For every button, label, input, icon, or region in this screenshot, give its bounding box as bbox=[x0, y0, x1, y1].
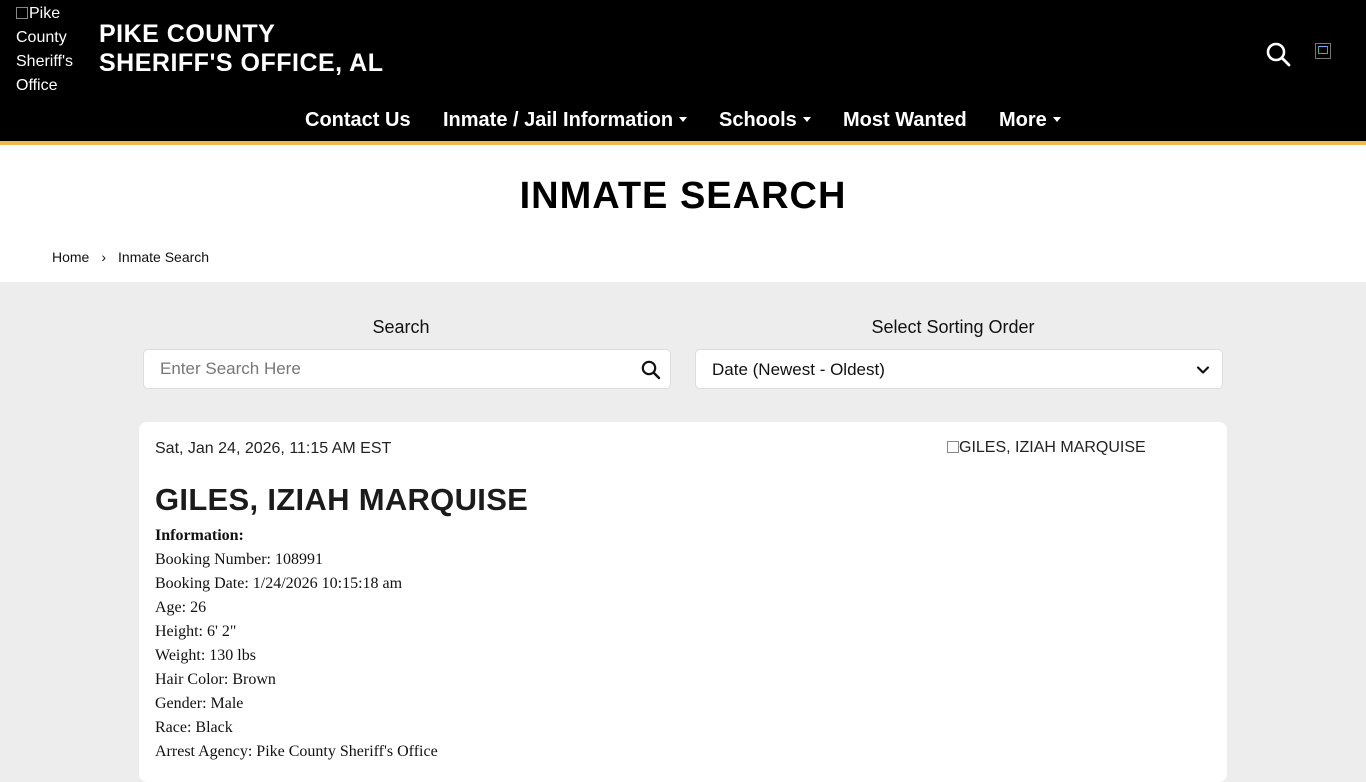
info-weight: Weight: 130 lbs bbox=[155, 647, 256, 664]
header-image[interactable] bbox=[1315, 43, 1331, 59]
inmate-name: GILES, IZIAH MARQUISE bbox=[155, 482, 529, 517]
broken-image-icon bbox=[947, 441, 959, 453]
info-age: Age: 26 bbox=[155, 599, 207, 616]
info-race: Race: Black bbox=[155, 719, 233, 736]
booking-timestamp: Sat, Jan 24, 2026, 11:15 AM EST bbox=[155, 440, 392, 457]
nav-contact-us[interactable]: Contact Us bbox=[305, 104, 411, 136]
nav-most-wanted[interactable]: Most Wanted bbox=[843, 104, 967, 136]
inmate-information: Information: Booking Number: 108991 Book… bbox=[155, 524, 438, 764]
caret-down-icon bbox=[1052, 117, 1061, 122]
header-search-button[interactable] bbox=[1264, 40, 1292, 68]
search-button[interactable] bbox=[640, 359, 662, 381]
site-logo[interactable]: Pike County Sheriff's Office bbox=[16, 2, 94, 98]
info-heading: Information: bbox=[155, 527, 244, 544]
sort-label: Select Sorting Order bbox=[871, 317, 1035, 337]
broken-image-icon bbox=[16, 7, 28, 19]
nav-more[interactable]: More bbox=[999, 104, 1061, 136]
nav-label: Schools bbox=[719, 109, 797, 131]
site-title-line1: PIKE COUNTY bbox=[99, 20, 276, 48]
search-icon bbox=[641, 360, 661, 380]
inmate-photo[interactable]: GILES, IZIAH MARQUISE bbox=[947, 439, 1146, 457]
site-title-line2: SHERIFF'S OFFICE, AL bbox=[99, 49, 384, 77]
inmate-photo-alt: GILES, IZIAH MARQUISE bbox=[959, 439, 1146, 456]
chevron-down-icon bbox=[1196, 366, 1210, 374]
nav-schools[interactable]: Schools bbox=[719, 104, 811, 136]
breadcrumb-separator: › bbox=[101, 249, 107, 265]
sort-selected-value: Date (Newest - Oldest) bbox=[712, 360, 885, 379]
info-booking-number: Booking Number: 108991 bbox=[155, 551, 323, 568]
nav-label: Inmate / Jail Information bbox=[443, 109, 674, 131]
breadcrumb-home[interactable]: Home bbox=[52, 249, 89, 265]
caret-down-icon bbox=[679, 117, 688, 122]
search-icon bbox=[1266, 42, 1291, 67]
info-booking-date: Booking Date: 1/24/2026 10:15:18 am bbox=[155, 575, 403, 592]
page-title: INMATE SEARCH bbox=[519, 175, 847, 217]
title-band: INMATE SEARCH Home › Inmate Search bbox=[0, 145, 1366, 282]
site-header: Pike County Sheriff's Office PIKE COUNTY… bbox=[0, 0, 1366, 141]
info-arrest-agency: Arrest Agency: Pike County Sheriff's Off… bbox=[155, 743, 438, 760]
breadcrumb: Home › Inmate Search bbox=[52, 249, 209, 265]
breadcrumb-current: Inmate Search bbox=[118, 249, 210, 265]
nav-inmate-jail-information[interactable]: Inmate / Jail Information bbox=[443, 104, 688, 136]
search-field bbox=[143, 349, 671, 389]
search-label: Search bbox=[372, 317, 430, 337]
nav-label: Contact Us bbox=[305, 109, 411, 131]
caret-down-icon bbox=[802, 117, 811, 122]
info-height: Height: 6' 2" bbox=[155, 623, 237, 640]
sort-order-select[interactable]: Date (Newest - Oldest) bbox=[695, 349, 1223, 389]
info-hair-color: Hair Color: Brown bbox=[155, 671, 276, 688]
main-nav: Contact Us Inmate / Jail Information Sch… bbox=[0, 104, 1366, 136]
search-input[interactable] bbox=[144, 350, 624, 388]
inmate-card: Sat, Jan 24, 2026, 11:15 AM EST GILES, I… bbox=[139, 422, 1227, 782]
site-title[interactable]: PIKE COUNTY SHERIFF'S OFFICE, AL bbox=[99, 20, 383, 78]
nav-label: Most Wanted bbox=[843, 109, 967, 131]
info-gender: Gender: Male bbox=[155, 695, 244, 712]
nav-label: More bbox=[999, 109, 1047, 131]
